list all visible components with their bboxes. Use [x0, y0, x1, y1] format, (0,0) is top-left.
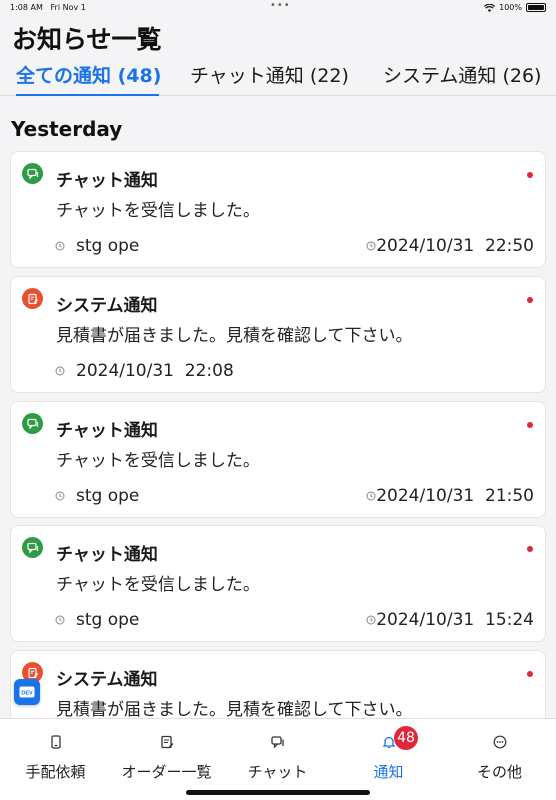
active-tab-indicator — [16, 94, 159, 96]
document-edit-icon — [22, 288, 43, 309]
unread-indicator — [527, 172, 533, 178]
nav-item-other[interactable]: その他 — [444, 719, 555, 789]
notification-datetime: 2024/10/31 22:50 — [376, 236, 534, 256]
status-bar: 1:08 AM Fri Nov 1 ••• 100% — [0, 0, 556, 16]
notification-meta: stg ope 2024/10/31 21:50 — [11, 486, 545, 508]
unread-indicator — [527, 297, 533, 303]
order-list-icon — [160, 735, 173, 749]
notification-sender: stg ope — [76, 236, 140, 256]
notification-datetime: 2024/10/31 22:08 — [76, 361, 234, 381]
notification-title: システム通知 — [56, 670, 158, 690]
notification-title: システム通知 — [56, 296, 158, 316]
notification-meta: stg ope 2024/10/31 15:24 — [11, 610, 545, 632]
dev-label: DEV — [21, 690, 33, 696]
tab-chat-notifications[interactable]: チャット通知 (22) — [190, 61, 349, 88]
status-date: Fri Nov 1 — [50, 3, 86, 12]
dev-floating-button[interactable]: DEV — [14, 679, 40, 705]
notification-datetime: 2024/10/31 21:50 — [376, 486, 534, 506]
battery-icon — [526, 3, 546, 12]
phone-request-icon — [50, 735, 61, 749]
page-title: お知らせ一覧 — [12, 25, 162, 54]
notification-count-badge: 48 — [394, 726, 418, 750]
notification-message: チャットを受信しました。 — [56, 575, 260, 595]
bottom-navigation: 手配依頼 オーダー一覧 チャット 48 通知 その他 — [0, 718, 556, 800]
status-right: 100% — [484, 3, 546, 12]
nav-label: オーダー一覧 — [121, 763, 212, 781]
clock-icon — [366, 491, 376, 501]
multitasking-dots-icon[interactable]: ••• — [270, 0, 291, 11]
notification-title: チャット通知 — [56, 171, 158, 191]
chat-bubble-icon — [22, 413, 43, 434]
nav-label: その他 — [476, 763, 522, 781]
nav-item-notifications[interactable]: 48 通知 — [333, 719, 444, 789]
notification-sender: stg ope — [76, 486, 140, 506]
clock-icon — [366, 241, 376, 251]
tab-all-notifications[interactable]: 全ての通知 (48) — [16, 61, 161, 88]
unread-indicator — [527, 546, 533, 552]
nav-item-chat[interactable]: チャット — [222, 719, 333, 789]
clock-icon — [55, 366, 65, 376]
dev-icon: DEV — [19, 686, 35, 698]
nav-item-arrangement-request[interactable]: 手配依頼 — [0, 719, 111, 789]
notification-message: 見積書が届きました。見積を確認して下さい。 — [56, 326, 413, 346]
chat-icon — [270, 736, 284, 749]
notification-tabs: 全ての通知 (48) チャット通知 (22) システム通知 (26) — [0, 58, 556, 96]
nav-label: 通知 — [373, 763, 404, 781]
notification-datetime: 2024/10/31 15:24 — [376, 610, 534, 630]
tab-system-notifications[interactable]: システム通知 (26) — [383, 61, 541, 88]
clock-icon — [366, 615, 376, 625]
notification-meta: stg ope 2024/10/31 22:50 — [11, 236, 545, 258]
nav-label: 手配依頼 — [25, 763, 86, 781]
chat-bubble-icon — [22, 537, 43, 558]
notification-card[interactable]: チャット通知 チャットを受信しました。 stg ope 2024/10/31 1… — [10, 525, 546, 642]
notification-message: 見積書が届きました。見積を確認して下さい。 — [56, 700, 413, 720]
notification-card[interactable]: チャット通知 チャットを受信しました。 stg ope 2024/10/31 2… — [10, 151, 546, 268]
clock-icon — [55, 615, 65, 625]
notification-card[interactable]: システム通知 見積書が届きました。見積を確認して下さい。 2024/10/31 … — [10, 276, 546, 393]
clock-icon — [55, 241, 65, 251]
notification-sender: stg ope — [76, 610, 140, 630]
notification-title: チャット通知 — [56, 545, 158, 565]
notification-meta: 2024/10/31 22:08 — [11, 361, 545, 383]
unread-indicator — [527, 422, 533, 428]
nav-item-order-list[interactable]: オーダー一覧 — [111, 719, 222, 789]
wifi-icon — [484, 3, 496, 12]
unread-indicator — [527, 671, 533, 677]
clock-icon — [55, 491, 65, 501]
notification-message: チャットを受信しました。 — [56, 451, 260, 471]
battery-percent: 100% — [499, 3, 522, 12]
more-icon — [493, 735, 506, 749]
status-clock: 1:08 AM — [10, 3, 43, 12]
status-time: 1:08 AM Fri Nov 1 — [10, 3, 86, 12]
nav-label: チャット — [247, 763, 308, 781]
section-header-yesterday: Yesterday — [11, 117, 123, 141]
notification-title: チャット通知 — [56, 421, 158, 441]
home-indicator[interactable] — [186, 790, 370, 795]
notification-card[interactable]: チャット通知 チャットを受信しました。 stg ope 2024/10/31 2… — [10, 401, 546, 518]
chat-bubble-icon — [22, 163, 43, 184]
notification-message: チャットを受信しました。 — [56, 201, 260, 221]
